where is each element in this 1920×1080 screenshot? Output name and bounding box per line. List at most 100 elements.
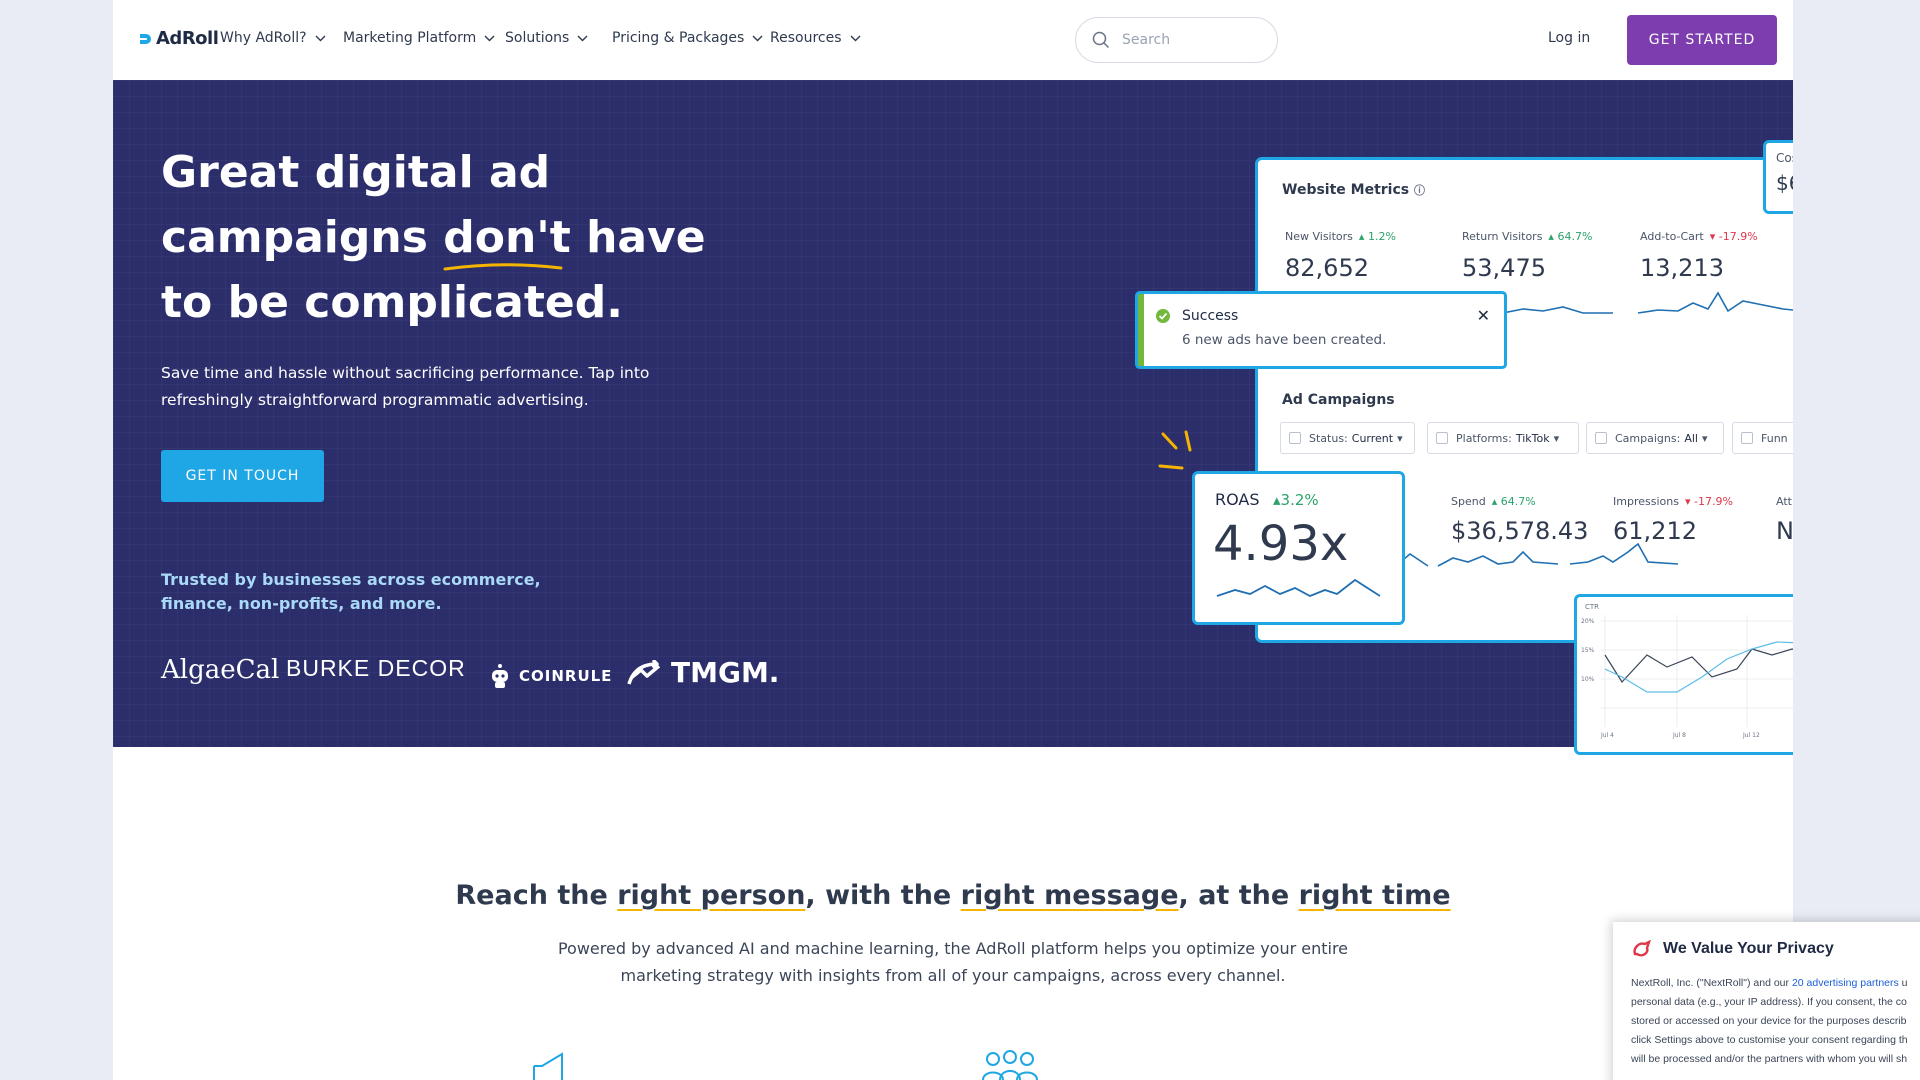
filter-platforms[interactable]: Platforms: TikTok ▾ bbox=[1427, 422, 1579, 454]
roas-change-value: 3.2% bbox=[1280, 491, 1319, 509]
brand-coinrule: COINRULE bbox=[489, 662, 612, 690]
title-part: , at the bbox=[1178, 880, 1299, 911]
metric-label: Spend bbox=[1451, 495, 1486, 508]
roas-label: ROAS bbox=[1215, 490, 1260, 509]
metric-spend: Spend ▴ 64.7% $36,578.43 bbox=[1451, 490, 1588, 545]
metric-return-visitors: Return Visitors ▴ 64.7% 53,475 bbox=[1462, 225, 1592, 282]
filter-label: Funn bbox=[1761, 431, 1788, 445]
metric-change: ▾ -17.9% bbox=[1709, 230, 1758, 243]
ctr-grid bbox=[1601, 615, 1793, 727]
get-started-button[interactable]: GET STARTED bbox=[1627, 15, 1777, 65]
title-part: Reach the bbox=[455, 880, 618, 911]
filter-funnel[interactable]: Funn bbox=[1732, 422, 1793, 454]
get-in-touch-button[interactable]: GET IN TOUCH bbox=[161, 450, 324, 502]
privacy-text: stored or accessed on your device for th… bbox=[1631, 1015, 1907, 1027]
privacy-body: NextRoll, Inc. ("NextRoll") and our 20 a… bbox=[1631, 974, 1920, 1069]
search-input[interactable]: Search bbox=[1075, 17, 1278, 63]
nav-solutions[interactable]: Solutions bbox=[505, 30, 588, 46]
underline-swoosh bbox=[443, 263, 563, 271]
spark-lines-icon bbox=[1158, 430, 1192, 470]
nav-why-adroll[interactable]: Why AdRoll? bbox=[220, 30, 326, 46]
metric-change-value: 64.7% bbox=[1500, 495, 1536, 508]
nav-label: Why AdRoll? bbox=[220, 30, 307, 46]
ctr-chart-card: CTR 20% 15% 10% Jul 4 Jul 8 Jul 12 bbox=[1577, 597, 1793, 752]
metric-label: Att bbox=[1776, 495, 1792, 508]
section-title: Reach the right person, with the right m… bbox=[113, 880, 1793, 911]
headline-line-2a: campaigns bbox=[161, 212, 444, 263]
robot-icon bbox=[492, 664, 508, 688]
info-icon: ⓘ bbox=[1413, 184, 1425, 197]
filter-value: Current bbox=[1351, 431, 1394, 445]
filter-value: All bbox=[1684, 431, 1698, 445]
filter-label: Platforms: bbox=[1456, 431, 1512, 445]
caret-down-icon: ▾ bbox=[1553, 431, 1560, 445]
privacy-text: personal data (e.g., your IP address). I… bbox=[1631, 996, 1907, 1008]
caret-down-icon: ▾ bbox=[1397, 431, 1403, 445]
ctr-y-tick: 20% bbox=[1581, 618, 1595, 625]
nav-resources[interactable]: Resources bbox=[770, 30, 861, 46]
metric-label: Add-to-Cart bbox=[1640, 230, 1704, 243]
advertising-partners-link[interactable]: 20 advertising partners bbox=[1792, 977, 1899, 989]
filter-value: TikTok bbox=[1515, 431, 1550, 445]
trusted-text: Trusted by businesses across ecommerce, … bbox=[161, 570, 541, 613]
metric-value: 82,652 bbox=[1285, 254, 1369, 282]
metric-add-to-cart: Add-to-Cart ▾ -17.9% 13,213 bbox=[1640, 225, 1758, 282]
privacy-text: NextRoll, Inc. ("NextRoll") and our bbox=[1631, 977, 1792, 989]
login-link[interactable]: Log in bbox=[1548, 30, 1590, 46]
nav-marketing-platform[interactable]: Marketing Platform bbox=[343, 30, 495, 46]
privacy-text: will be processed and/or the partners wi… bbox=[1631, 1053, 1908, 1065]
ctr-y-tick: 15% bbox=[1581, 647, 1595, 654]
filter-campaigns[interactable]: Campaigns: All ▾ bbox=[1586, 422, 1724, 454]
metric-value: 13,213 bbox=[1640, 254, 1724, 282]
privacy-text: click Settings above to customise your c… bbox=[1631, 1034, 1908, 1046]
cost-per-new-visitor-card: Cost per New Visitor $6.41 bbox=[1766, 143, 1793, 211]
filter-checkbox[interactable] bbox=[1741, 432, 1753, 444]
filter-status[interactable]: Status: Current ▾ bbox=[1280, 422, 1415, 454]
metric-change: ▾ -17.9% bbox=[1684, 495, 1733, 508]
ctr-x-tick: Jul 8 bbox=[1672, 732, 1686, 739]
metric-new-visitors: New Visitors ▴ 1.2% 82,652 bbox=[1285, 225, 1396, 282]
cpnv-value: $6.41 bbox=[1776, 171, 1793, 195]
tmgm-logo-icon bbox=[627, 659, 661, 685]
metric-label: Return Visitors bbox=[1462, 230, 1543, 243]
check-circle-icon bbox=[1156, 309, 1170, 323]
headline-highlight: don't bbox=[443, 205, 571, 271]
section-text: Powered by advanced AI and machine learn… bbox=[557, 939, 1349, 985]
adroll-logo[interactable]: AdRoll bbox=[138, 28, 219, 49]
chevron-down-icon bbox=[577, 35, 588, 41]
filter-checkbox[interactable] bbox=[1289, 432, 1301, 444]
roas-card: ROAS ▴3.2% 4.93x bbox=[1195, 474, 1402, 622]
ad-campaigns-title: Ad Campaigns bbox=[1282, 392, 1395, 408]
filter-label: Campaigns: bbox=[1615, 431, 1681, 445]
headline-line-2c: have bbox=[570, 212, 706, 263]
ctr-chart: CTR 20% 15% 10% Jul 4 Jul 8 Jul 12 bbox=[1581, 603, 1793, 739]
hero-subtext: Save time and hassle without sacrificing… bbox=[161, 364, 650, 409]
ctr-x-tick: Jul 4 bbox=[1600, 732, 1614, 739]
roas-sparkline bbox=[1216, 578, 1381, 597]
brand-burke-decor: BURKE DECOR bbox=[286, 655, 466, 681]
close-icon[interactable]: ✕ bbox=[1477, 306, 1490, 325]
privacy-header: We Value Your Privacy bbox=[1631, 940, 1920, 958]
filter-checkbox[interactable] bbox=[1595, 432, 1607, 444]
caret-down-icon: ▾ bbox=[1701, 431, 1708, 445]
page: AdRoll Why AdRoll? Marketing Platform So… bbox=[113, 0, 1793, 1080]
website-metrics-title-text: Website Metrics bbox=[1282, 182, 1410, 198]
cpnv-label: Cost per New Visitor bbox=[1776, 151, 1793, 165]
nav-label: Pricing & Packages bbox=[612, 30, 745, 46]
nav-pricing[interactable]: Pricing & Packages bbox=[612, 30, 763, 46]
nav-label: Resources bbox=[770, 30, 842, 46]
title-highlight: right person bbox=[617, 880, 806, 911]
toast-description: 6 new ads have been created. bbox=[1182, 332, 1387, 348]
nav-label: Solutions bbox=[505, 30, 570, 46]
website-metrics-title: Website Metrics ⓘ bbox=[1282, 182, 1425, 198]
ctr-y-tick: 10% bbox=[1581, 676, 1595, 683]
metric-label: New Visitors bbox=[1285, 230, 1353, 243]
nav-label: Marketing Platform bbox=[343, 30, 477, 46]
title-part: , with the bbox=[805, 880, 961, 911]
roas-value: 4.93x bbox=[1213, 516, 1349, 572]
filter-checkbox[interactable] bbox=[1436, 432, 1448, 444]
brand-coinrule-text: COINRULE bbox=[519, 667, 613, 685]
metric-change-value: 64.7% bbox=[1557, 230, 1593, 243]
ctr-x-tick: Jul 12 bbox=[1742, 732, 1760, 739]
metric-label: Impressions bbox=[1613, 495, 1679, 508]
